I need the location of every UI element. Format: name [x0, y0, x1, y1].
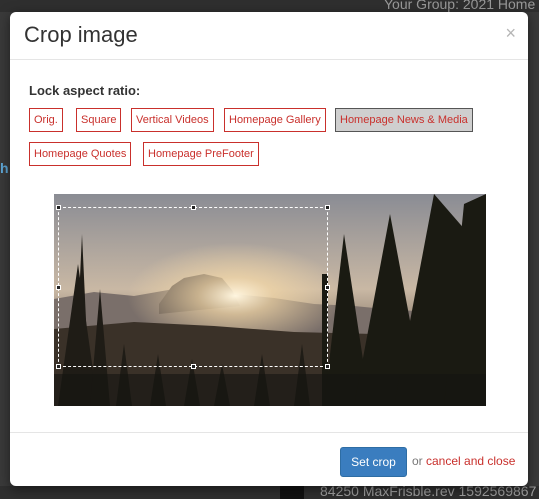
close-icon[interactable]: × — [505, 24, 516, 42]
modal-title: Crop image — [24, 22, 138, 47]
set-crop-button[interactable]: Set crop — [340, 447, 407, 477]
crop-canvas[interactable] — [54, 194, 486, 406]
ratio-homepage-news-media-button[interactable]: Homepage News & Media — [335, 108, 473, 132]
crop-handle-bottom[interactable] — [191, 364, 196, 369]
ratio-orig-button[interactable]: Orig. — [29, 108, 63, 132]
background-header: Your Group: 2021 Home — [0, 0, 539, 12]
modal-header: Crop image × — [10, 12, 528, 60]
modal-footer: Set crop or cancel and close — [10, 432, 528, 486]
ratio-homepage-gallery-button[interactable]: Homepage Gallery — [224, 108, 326, 132]
background-heading-fragment: h — [0, 160, 8, 174]
crop-handle-bottom-right[interactable] — [325, 364, 330, 369]
ratio-vertical-videos-button[interactable]: Vertical Videos — [131, 108, 214, 132]
ratio-homepage-quotes-button[interactable]: Homepage Quotes — [29, 142, 132, 166]
cancel-and-close-link[interactable]: cancel and close — [426, 454, 515, 468]
crop-image-modal: Crop image × Lock aspect ratio: Orig. Sq… — [10, 12, 528, 486]
background-list-row: 84250 MaxFrisble.rev 1592569867 — [0, 486, 539, 499]
background-row-text: 84250 MaxFrisble.rev 1592569867 — [320, 486, 537, 499]
crop-handle-top-right[interactable] — [325, 205, 330, 210]
background-thumbnail — [280, 486, 304, 499]
crop-selection-box[interactable] — [56, 205, 330, 369]
crop-handle-left[interactable] — [56, 285, 61, 290]
or-text: or — [412, 454, 423, 468]
ratio-homepage-prefooter-button[interactable]: Homepage PreFooter — [143, 142, 259, 166]
crop-handle-bottom-left[interactable] — [56, 364, 61, 369]
crop-handle-top-left[interactable] — [56, 205, 61, 210]
lock-aspect-ratio-label: Lock aspect ratio: — [29, 83, 141, 98]
background-group-title: Your Group: 2021 Home — [384, 0, 536, 12]
crop-handle-right[interactable] — [325, 285, 330, 290]
crop-handle-top[interactable] — [191, 205, 196, 210]
ratio-square-button[interactable]: Square — [76, 108, 122, 132]
